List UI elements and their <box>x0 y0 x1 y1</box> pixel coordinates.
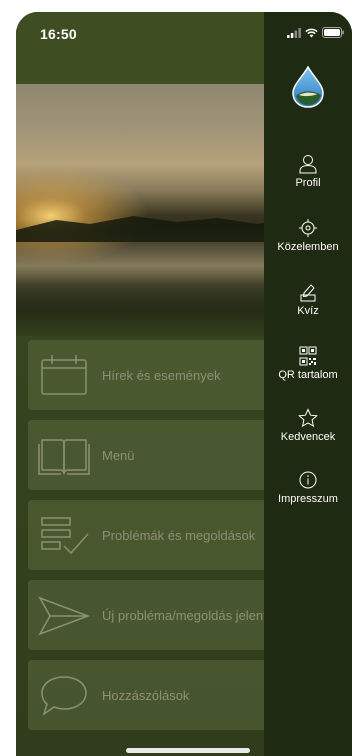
tile-news-events[interactable]: Hírek és események <box>28 340 288 410</box>
drawer-item-label: Kedvencek <box>280 431 336 443</box>
tile-label: Hozzászólások <box>102 687 190 703</box>
tile-menu[interactable]: Menü <box>28 420 288 490</box>
battery-icon <box>322 27 344 38</box>
star-icon <box>298 408 318 427</box>
tile-problems-solutions[interactable]: Problémák és megoldások <box>28 500 288 570</box>
tile-label: Hírek és események <box>102 367 221 383</box>
drawer-item-label: Közelemben <box>277 241 339 253</box>
status-icons <box>287 27 344 38</box>
comment-icon <box>41 676 87 716</box>
send-icon <box>38 596 91 636</box>
drawer-item-label: Profil <box>295 177 321 189</box>
tile-comments[interactable]: Hozzászólások <box>28 660 288 730</box>
calendar-icon <box>41 355 87 395</box>
tile-label: Menü <box>102 447 135 463</box>
drawer-item-label: QR tartalom <box>278 369 338 381</box>
drawer-item-label: Impresszum <box>278 493 338 505</box>
tile-label: Problémák és megoldások <box>102 527 256 543</box>
wifi-icon <box>305 28 318 37</box>
drawer-item-quiz[interactable]: Kvíz <box>264 282 352 317</box>
drawer-item-qr[interactable]: QR tartalom <box>264 346 352 381</box>
side-drawer: Profil Közelemben Kvíz QR tartalom Kedve… <box>264 12 352 756</box>
book-icon <box>38 439 90 475</box>
phone-screen: 16:50 Hírek és események Menü Problémák … <box>16 12 352 756</box>
drawer-item-profile[interactable]: Profil <box>264 154 352 189</box>
drawer-item-label: Kvíz <box>297 305 319 317</box>
tile-label: Új probléma/megoldás jelentése <box>102 607 288 623</box>
locate-icon <box>299 219 317 237</box>
checklist-icon <box>41 517 89 555</box>
user-icon <box>299 155 317 174</box>
home-indicator[interactable] <box>126 748 250 753</box>
signal-icon <box>287 27 301 38</box>
tile-report-new[interactable]: Új probléma/megoldás jelentése <box>28 580 288 650</box>
qr-code-icon <box>299 346 317 366</box>
drawer-item-nearby[interactable]: Közelemben <box>264 218 352 253</box>
drawer-item-imprint[interactable]: Impresszum <box>264 470 352 505</box>
edit-icon <box>300 284 316 302</box>
info-icon <box>299 471 317 489</box>
status-time: 16:50 <box>40 26 77 42</box>
app-logo-icon[interactable] <box>291 66 325 108</box>
drawer-item-favorites[interactable]: Kedvencek <box>264 408 352 443</box>
